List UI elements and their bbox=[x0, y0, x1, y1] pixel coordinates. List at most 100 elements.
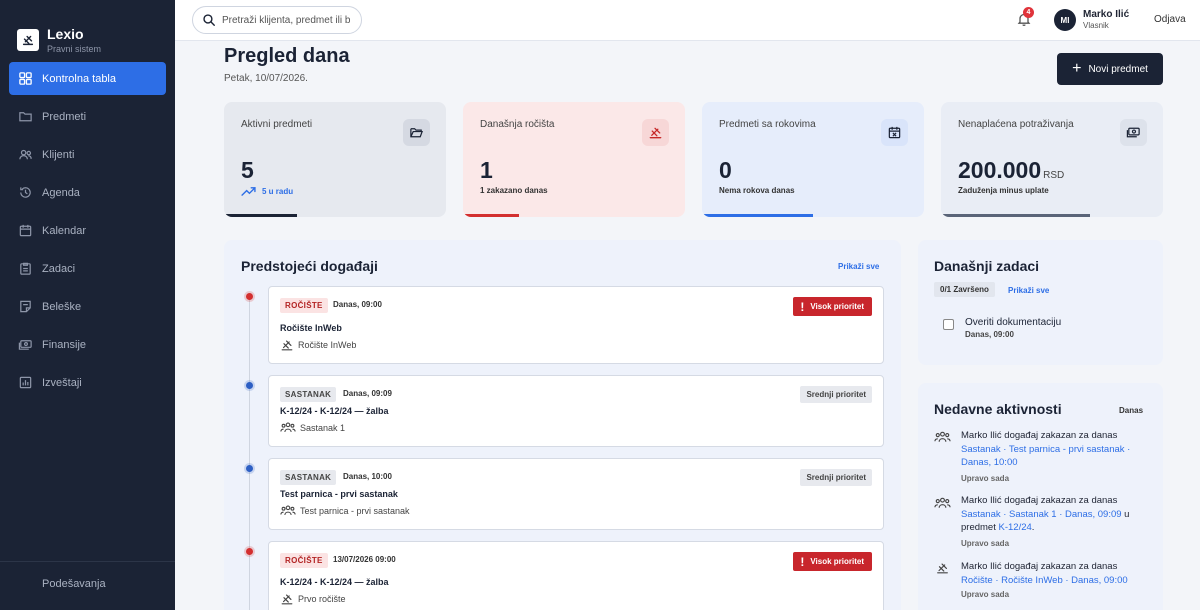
event-card[interactable]: ROČIŠTE Danas, 09:00 ! Visok prioritet Ro… bbox=[268, 286, 884, 364]
avatar[interactable]: MI bbox=[1054, 9, 1076, 31]
sidebar-item-predmeti[interactable]: Predmeti bbox=[9, 100, 166, 133]
dashboard-icon bbox=[18, 71, 33, 86]
stat-progress-track bbox=[941, 214, 1163, 217]
settings-label: Podešavanja bbox=[42, 578, 106, 590]
search-box[interactable] bbox=[192, 6, 362, 34]
event-card[interactable]: ROČIŠTE 13/07/2026 09:00 ! Visok priorite… bbox=[268, 541, 884, 610]
event-type-tag: SASTANAK bbox=[280, 387, 337, 402]
exclamation-icon: ! bbox=[800, 554, 805, 569]
activity-item: Marko Ilić događaj zakazan za danas Roči… bbox=[961, 561, 1128, 586]
sidebar-item-kontrolna-tabla[interactable]: Kontrolna tabla bbox=[9, 62, 166, 95]
gavel-icon bbox=[281, 340, 293, 351]
activity-time: Upravo sada bbox=[961, 539, 1010, 548]
sidebar-nav: Kontrolna tabla Predmeti Klijenti Agenda… bbox=[0, 62, 175, 399]
sidebar-item-kalendar[interactable]: Kalendar bbox=[9, 214, 166, 247]
users-icon bbox=[280, 422, 296, 432]
stat-label: Nenaplaćena potraživanja bbox=[958, 119, 1074, 130]
sidebar-item-izvestaji[interactable]: Izveštaji bbox=[9, 366, 166, 399]
stat-sub: 1 zakazano danas bbox=[480, 186, 548, 195]
stat-card-active-cases[interactable]: Aktivni predmeti 5 5 u radu bbox=[224, 102, 446, 217]
stat-progress-fill bbox=[463, 214, 519, 217]
event-subtitle: Prvo ročište bbox=[280, 592, 346, 606]
topbar: 4 MI Marko Ilić Vlasnik Odjava bbox=[175, 0, 1200, 41]
stat-unit: RSD bbox=[1043, 170, 1065, 181]
activity-detail-link[interactable]: Sastanak · Test parnica - prvi sastanak … bbox=[961, 444, 1130, 469]
stat-progress-track bbox=[702, 214, 924, 217]
event-time: 13/07/2026 09:00 bbox=[333, 555, 396, 564]
sidebar-item-settings[interactable]: Podešavanja bbox=[0, 561, 175, 590]
stat-value: 0 bbox=[719, 157, 732, 183]
logout-button[interactable]: Odjava bbox=[1154, 14, 1186, 25]
exclamation-icon: ! bbox=[800, 299, 805, 314]
event-subtitle: Sastanak 1 bbox=[280, 421, 345, 434]
activity-filter[interactable]: Danas bbox=[1119, 406, 1143, 415]
chart-icon bbox=[18, 375, 33, 390]
brand-subtitle: Pravni sistem bbox=[47, 43, 102, 54]
tasks-show-all-link[interactable]: Prikaži sve bbox=[1008, 286, 1049, 295]
sidebar-item-label: Kontrolna tabla bbox=[42, 72, 116, 85]
activity-detail-link[interactable]: Sastanak · Sastanak 1 · Danas, 09:09 bbox=[961, 509, 1122, 520]
page-date: Petak, 10/07/2026. bbox=[224, 73, 308, 84]
plus-icon: + bbox=[1072, 60, 1082, 77]
calendar-x-icon bbox=[881, 119, 908, 146]
activity-detail-link[interactable]: Ročište · Ročište InWeb · Danas, 09:00 bbox=[961, 575, 1128, 586]
task-checkbox[interactable] bbox=[943, 319, 954, 330]
folder-open-icon bbox=[403, 119, 430, 146]
users-icon bbox=[934, 431, 951, 442]
stat-sub: 5 u radu bbox=[241, 186, 293, 197]
stat-progress-track bbox=[224, 214, 446, 217]
stat-sub: Nema rokova danas bbox=[719, 186, 795, 195]
users-icon bbox=[934, 497, 951, 508]
event-time: Danas, 09:00 bbox=[333, 300, 382, 309]
stat-progress-fill bbox=[941, 214, 1090, 217]
event-title: Ročište InWeb bbox=[280, 323, 342, 333]
money-icon bbox=[1120, 119, 1147, 146]
stat-card-deadlines[interactable]: Predmeti sa rokovima 0 Nema rokova danas bbox=[702, 102, 924, 217]
event-title: Test parnica - prvi sastanak bbox=[280, 489, 398, 499]
stat-progress-fill bbox=[224, 214, 298, 217]
event-subtitle: Test parnica - prvi sastanak bbox=[280, 504, 410, 517]
sidebar: Lexio Pravni sistem Kontrolna tabla Pred… bbox=[0, 0, 175, 610]
events-panel-title: Predstojeći događaji bbox=[241, 258, 378, 274]
events-show-all-link[interactable]: Prikaži sve bbox=[838, 262, 879, 271]
event-card[interactable]: SASTANAK Danas, 09:09 Srednji prioritet … bbox=[268, 375, 884, 447]
event-time: Danas, 10:00 bbox=[343, 472, 392, 481]
brand-name: Lexio bbox=[47, 25, 84, 42]
activity-item: Marko Ilić događaj zakazan za danas Sast… bbox=[961, 430, 1131, 469]
task-time: Danas, 09:00 bbox=[965, 330, 1014, 339]
gavel-logo-icon bbox=[17, 29, 39, 51]
notification-badge: 4 bbox=[1023, 7, 1034, 18]
activity-panel-title: Nedavne aktivnosti bbox=[934, 401, 1062, 417]
tasks-progress-badge: 0/1 Završeno bbox=[934, 282, 995, 297]
priority-badge-high: ! Visok prioritet bbox=[793, 297, 872, 316]
sidebar-item-agenda[interactable]: Agenda bbox=[9, 176, 166, 209]
timeline-dot bbox=[246, 293, 253, 300]
priority-badge-medium: Srednji prioritet bbox=[800, 386, 872, 403]
stat-value: 200.000 RSD bbox=[958, 157, 1065, 183]
clipboard-icon bbox=[18, 261, 33, 276]
search-icon bbox=[203, 14, 215, 26]
sidebar-item-label: Klijenti bbox=[42, 148, 75, 161]
stat-card-hearings[interactable]: Današnja ročišta 1 1 zakazano danas bbox=[463, 102, 685, 217]
users-icon bbox=[18, 147, 33, 162]
sidebar-item-klijenti[interactable]: Klijenti bbox=[9, 138, 166, 171]
stat-label: Današnja ročišta bbox=[480, 119, 555, 130]
brand: Lexio Pravni sistem bbox=[0, 0, 175, 62]
activity-case-link[interactable]: K-12/24 bbox=[999, 522, 1032, 533]
sidebar-item-label: Kalendar bbox=[42, 224, 87, 237]
new-case-button[interactable]: + Novi predmet bbox=[1057, 53, 1163, 85]
timeline-dot bbox=[246, 382, 253, 389]
sidebar-item-finansije[interactable]: Finansije bbox=[9, 328, 166, 361]
stat-progress-fill bbox=[702, 214, 813, 217]
search-input[interactable] bbox=[222, 14, 357, 26]
event-card[interactable]: SASTANAK Danas, 10:00 Srednji prioritet … bbox=[268, 458, 884, 530]
sidebar-item-beleske[interactable]: Beleške bbox=[9, 290, 166, 323]
stat-card-receivables[interactable]: Nenaplaćena potraživanja 200.000 RSD Zadu… bbox=[941, 102, 1163, 217]
stat-sub: Zaduženja minus uplate bbox=[958, 186, 1049, 195]
sidebar-item-label: Agenda bbox=[42, 186, 80, 199]
event-title: K-12/24 - K-12/24 — žalba bbox=[280, 406, 389, 416]
cash-icon bbox=[18, 337, 33, 352]
event-title: K-12/24 - K-12/24 — žalba bbox=[280, 577, 389, 587]
sidebar-item-zadaci[interactable]: Zadaci bbox=[9, 252, 166, 285]
task-title: Overiti dokumentaciju bbox=[965, 317, 1062, 328]
